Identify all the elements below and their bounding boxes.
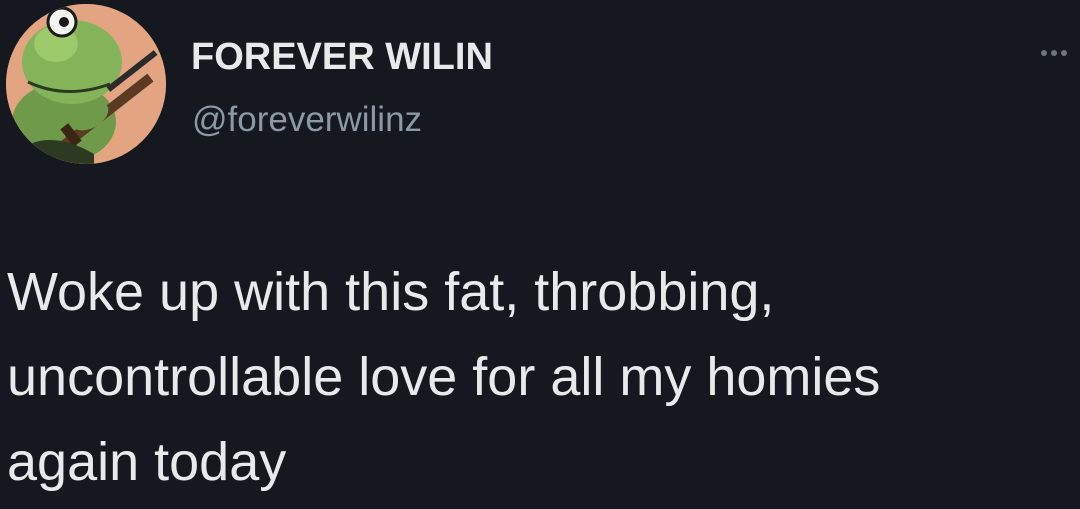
tweet-text-line: uncontrollable love for all my homies (7, 347, 881, 407)
author-avatar[interactable] (6, 4, 166, 164)
author-display-name[interactable]: FOREVER WILIN (191, 36, 493, 79)
frog-with-rifle-avatar-icon (6, 4, 166, 164)
more-options-icon-dot (1061, 50, 1067, 56)
more-options-button[interactable] (1030, 38, 1078, 68)
author-handle[interactable]: @foreverwilinz (192, 100, 422, 140)
more-options-icon (1041, 50, 1047, 56)
tweet-text-line: Woke up with this fat, throbbing, (7, 262, 775, 322)
tweet-card: FOREVER WILIN @foreverwilinz Woke up wit… (0, 0, 1080, 509)
tweet-text-line: again today (7, 432, 287, 492)
tweet-text: Woke up with this fat, throbbing, uncont… (7, 250, 1077, 505)
more-options-icon-dot (1051, 50, 1057, 56)
